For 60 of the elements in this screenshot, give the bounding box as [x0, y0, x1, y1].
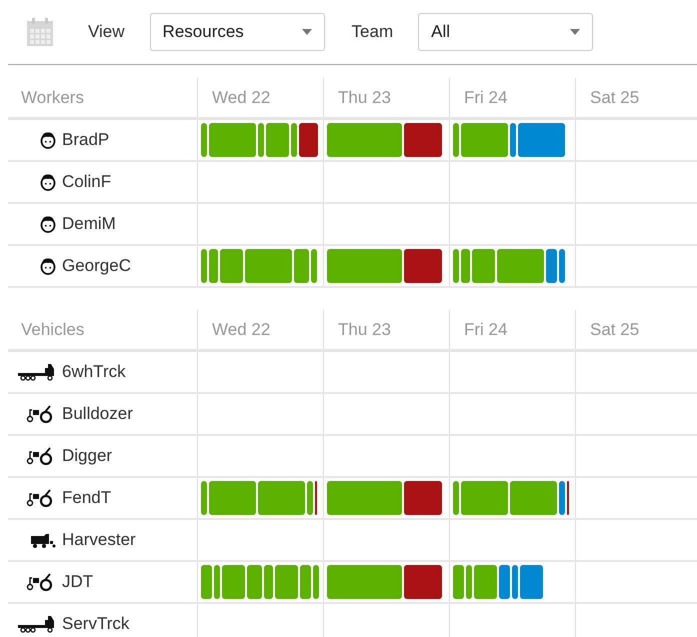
resource-name[interactable]: GeorgeC: [62, 253, 131, 279]
booking-bar[interactable]: [300, 565, 311, 599]
person-icon: [40, 215, 56, 233]
resource-name[interactable]: Bulldozer: [62, 401, 133, 427]
person-icon: [40, 173, 56, 191]
resource-name[interactable]: Harvester: [62, 527, 136, 553]
day-header: Fri 24: [450, 78, 576, 117]
booking-bar[interactable]: [499, 565, 510, 599]
booking-bar[interactable]: [311, 249, 317, 283]
resource-name[interactable]: Digger: [62, 443, 112, 469]
booking-bar[interactable]: [559, 249, 565, 283]
day-header: Thu 23: [324, 310, 450, 349]
day-header: Wed 22: [198, 310, 324, 349]
day-header: Wed 22: [198, 78, 324, 117]
resource-name[interactable]: ServTrck: [62, 611, 130, 637]
booking-bar[interactable]: [307, 481, 313, 515]
booking-bar[interactable]: [453, 123, 459, 157]
booking-bar[interactable]: [453, 249, 459, 283]
resource-name[interactable]: JDT: [62, 569, 94, 595]
day-header: Fri 24: [450, 310, 576, 349]
booking-bar[interactable]: [466, 565, 472, 599]
booking-bar[interactable]: [546, 249, 557, 283]
view-label: View: [88, 21, 125, 44]
team-label: Team: [352, 21, 394, 44]
day-header: Sat 25: [576, 310, 697, 349]
booking-bar[interactable]: [214, 565, 220, 599]
booking-bar[interactable]: [510, 123, 516, 157]
booking-bar[interactable]: [201, 565, 212, 599]
booking-bar[interactable]: [453, 565, 464, 599]
view-select[interactable]: Resources: [150, 13, 325, 51]
resource-name[interactable]: DemiM: [62, 211, 116, 237]
resource-name[interactable]: ColinF: [62, 169, 112, 195]
resource-name[interactable]: 6whTrck: [62, 359, 126, 385]
booking-bar[interactable]: [461, 249, 470, 283]
group-header: Workers: [8, 78, 198, 117]
caret-icon: [570, 29, 580, 35]
calendar-icon[interactable]: [25, 17, 55, 47]
resource-name[interactable]: FendT: [62, 485, 112, 511]
booking-bar[interactable]: [201, 123, 207, 157]
booking-bar[interactable]: [258, 123, 264, 157]
booking-bar[interactable]: [201, 481, 207, 515]
resource-name[interactable]: BradP: [62, 127, 110, 153]
truck-icon: [18, 615, 56, 633]
truck-icon: [18, 363, 56, 381]
booking-bar[interactable]: [512, 565, 518, 599]
booking-bar[interactable]: [313, 565, 319, 599]
booking-bar[interactable]: [209, 249, 218, 283]
person-icon: [40, 131, 56, 149]
team-select[interactable]: All: [418, 13, 594, 51]
booking-bar[interactable]: [291, 123, 297, 157]
day-header: Thu 23: [324, 78, 450, 117]
booking-bar[interactable]: [201, 249, 207, 283]
harvester-icon: [30, 531, 56, 549]
booking-bar[interactable]: [559, 481, 565, 515]
booking-bar[interactable]: [453, 481, 459, 515]
day-header: Sat 25: [576, 78, 697, 117]
caret-icon: [302, 29, 312, 35]
group-header: Vehicles: [8, 310, 198, 349]
person-icon: [40, 257, 56, 275]
booking-bar[interactable]: [264, 565, 273, 599]
